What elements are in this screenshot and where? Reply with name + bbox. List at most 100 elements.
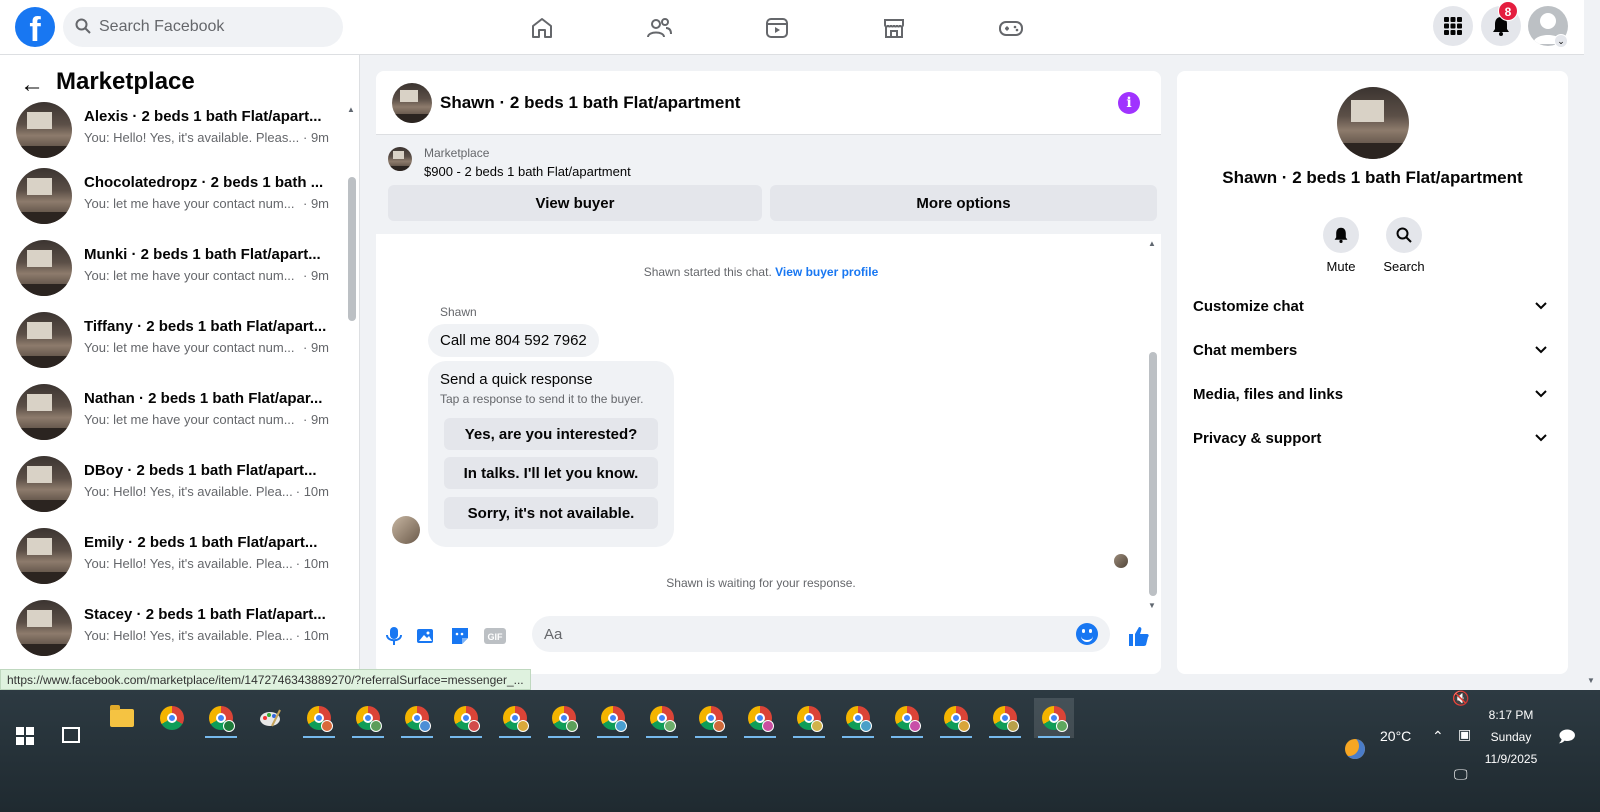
chrome-profile-icon[interactable] (789, 698, 829, 738)
menu-grid-button[interactable] (1433, 6, 1473, 46)
listing-price-title[interactable]: $900 - 2 beds 1 bath Flat/apartment (424, 164, 631, 179)
conversation-time: · 10m (295, 484, 329, 499)
conversation-time: · 9m (303, 130, 329, 145)
chrome-profile-icon[interactable] (887, 698, 927, 738)
info-icon[interactable]: i (1118, 92, 1140, 114)
conversation-item[interactable]: Emily · 2 beds 1 bath Flat/apart... You:… (16, 528, 331, 588)
sticker-icon[interactable] (448, 624, 472, 648)
chrome-profile-icon[interactable] (593, 698, 633, 738)
file-explorer-icon[interactable] (102, 698, 142, 738)
windows-start-icon[interactable] (16, 727, 34, 745)
chat-started-text: Shawn started this chat. (643, 265, 772, 279)
search-box[interactable] (63, 7, 343, 47)
conversation-item[interactable]: Munki · 2 beds 1 bath Flat/apart... You:… (16, 240, 331, 300)
chrome-profile-icon[interactable] (299, 698, 339, 738)
chrome-profile-icon[interactable] (642, 698, 682, 738)
mute-button[interactable]: Mute (1311, 217, 1371, 274)
chrome-profile-icon[interactable] (348, 698, 388, 738)
sender-name: Shawn (440, 305, 477, 319)
chrome-profile-icon[interactable] (1034, 698, 1074, 738)
scroll-up-arrow[interactable]: ▲ (1148, 239, 1156, 248)
chrome-profile-icon[interactable] (691, 698, 731, 738)
scroll-up-arrow[interactable]: ▲ (347, 105, 355, 114)
conversation-item[interactable]: Stacey · 2 beds 1 bath Flat/apart... You… (16, 600, 331, 660)
quick-reply-button[interactable]: Yes, are you interested? (444, 418, 658, 450)
chat-members-section[interactable]: Chat members (1193, 331, 1553, 371)
friends-icon[interactable] (643, 12, 675, 44)
sidebar-scrollbar[interactable] (348, 177, 356, 321)
chrome-icon[interactable] (152, 698, 192, 738)
chrome-profile-icon[interactable] (985, 698, 1025, 738)
message-composer[interactable] (532, 616, 1110, 652)
privacy-support-section[interactable]: Privacy & support (1193, 419, 1553, 459)
conversation-item[interactable]: Tiffany · 2 beds 1 bath Flat/apart... Yo… (16, 312, 331, 372)
message-bubble[interactable]: Call me 804 592 7962 (428, 324, 599, 357)
task-view-icon[interactable] (62, 727, 80, 743)
device-icon[interactable]: ▣ (1458, 726, 1471, 743)
grid-icon (1444, 17, 1462, 35)
chrome-profile-icon[interactable] (838, 698, 878, 738)
customize-chat-section[interactable]: Customize chat (1193, 287, 1553, 327)
buyer-avatar[interactable] (392, 516, 420, 544)
search-input[interactable] (99, 7, 329, 47)
conversation-item[interactable]: Chocolatedropz · 2 beds 1 bath ... You: … (16, 168, 331, 228)
listing-thumbnail (16, 600, 72, 656)
view-buyer-profile-link[interactable]: View buyer profile (775, 265, 878, 279)
clock-date[interactable]: 11/9/2025 (1478, 752, 1544, 766)
chrome-profile-icon[interactable] (446, 698, 486, 738)
facebook-logo[interactable]: f (15, 7, 55, 47)
chat-title[interactable]: Shawn · 2 beds 1 bath Flat/apartment (440, 93, 740, 113)
chrome-profile-icon[interactable] (740, 698, 780, 738)
chat-scrollbar[interactable] (1149, 352, 1157, 596)
gif-icon[interactable]: GIF (483, 624, 507, 648)
quick-reply-button[interactable]: Sorry, it's not available. (444, 497, 658, 529)
video-icon[interactable] (761, 12, 793, 44)
clock-time[interactable]: 8:17 PM (1478, 708, 1544, 722)
notification-center-icon[interactable]: 🗩 (1558, 726, 1576, 753)
temperature[interactable]: 20°C (1380, 728, 1411, 744)
chrome-profile-icon[interactable] (936, 698, 976, 738)
media-files-links-section[interactable]: Media, files and links (1193, 375, 1553, 415)
arrow-left-icon[interactable]: ← (20, 71, 44, 99)
conversation-item[interactable]: Nathan · 2 beds 1 bath Flat/apar... You:… (16, 384, 331, 444)
conversation-name: DBoy · 2 beds 1 bath Flat/apart... (84, 462, 317, 479)
quick-reply-button[interactable]: In talks. I'll let you know. (444, 457, 658, 489)
quick-response-card: Send a quick response Tap a response to … (428, 361, 674, 547)
emoji-icon[interactable] (1076, 623, 1098, 645)
listing-avatar[interactable] (1337, 87, 1409, 159)
home-icon[interactable] (526, 12, 558, 44)
paint-icon[interactable] (250, 698, 290, 738)
conversation-item[interactable]: Alexis · 2 beds 1 bath Flat/apart... You… (16, 102, 331, 162)
clock-day[interactable]: Sunday (1478, 730, 1544, 744)
view-buyer-button[interactable]: View buyer (388, 185, 762, 221)
gaming-icon[interactable] (995, 12, 1027, 44)
network-icon[interactable]: 🖵 (1454, 766, 1468, 783)
photo-icon[interactable] (414, 624, 438, 648)
chrome-profile-icon[interactable] (544, 698, 584, 738)
chrome-profile-icon[interactable] (397, 698, 437, 738)
search-chat-button[interactable]: Search (1374, 217, 1434, 274)
marketplace-icon[interactable] (878, 12, 910, 44)
conversation-time: · 9m (303, 340, 329, 355)
like-icon[interactable] (1127, 624, 1151, 648)
waiting-notice: Shawn is waiting for your response. (666, 576, 856, 590)
chevron-down-icon[interactable]: ⌄ (1554, 34, 1568, 48)
message-input[interactable] (544, 616, 1064, 652)
chrome-profile-icon[interactable] (495, 698, 535, 738)
read-receipt-avatar (1114, 554, 1128, 568)
chrome-profile-icon[interactable] (201, 698, 241, 738)
conversation-time: · 9m (303, 268, 329, 283)
weather-icon[interactable] (1345, 739, 1365, 759)
chat-header: Shawn · 2 beds 1 bath Flat/apartment i (376, 71, 1161, 135)
conversation-preview: You: let me have your contact num... (84, 340, 295, 355)
conversation-item[interactable]: DBoy · 2 beds 1 bath Flat/apart... You: … (16, 456, 331, 516)
volume-muted-icon[interactable]: 🔇 (1452, 690, 1469, 707)
chat-listing-thumbnail[interactable] (392, 83, 432, 123)
scroll-down-arrow[interactable]: ▼ (1587, 676, 1595, 685)
chevron-up-icon[interactable]: ⌃ (1432, 728, 1444, 745)
microphone-icon[interactable] (382, 624, 406, 648)
more-options-button[interactable]: More options (770, 185, 1157, 221)
scroll-down-arrow[interactable]: ▼ (1148, 601, 1156, 610)
conversation-preview: You: Hello! Yes, it's available. Pleas..… (84, 130, 300, 145)
conversation-preview: You: let me have your contact num... (84, 412, 295, 427)
